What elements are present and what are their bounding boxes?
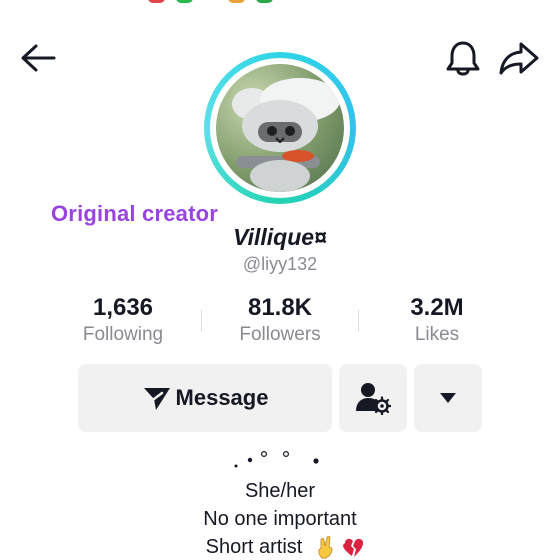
stat-divider [358, 310, 359, 332]
avatar[interactable] [216, 64, 344, 192]
notification-bell-button[interactable] [443, 38, 483, 78]
notification-app-icon [256, 0, 273, 3]
add-friend-button[interactable] [339, 364, 407, 432]
followers-count: 81.8K [247, 294, 313, 321]
avatar-figurine-image [232, 78, 340, 192]
message-button-label: Message [175, 385, 269, 410]
arrow-left-icon [21, 44, 56, 72]
bio-dot [283, 450, 290, 458]
notification-app-icon [148, 0, 165, 3]
more-options-button[interactable] [414, 364, 482, 432]
broken-heart-icon [343, 538, 364, 557]
followers-label: Followers [239, 324, 321, 345]
bio-decoration [234, 450, 319, 468]
avatar-ring[interactable] [204, 52, 356, 204]
likes-count: 3.2M [410, 294, 464, 321]
bio-dot [313, 458, 319, 464]
bio-emojis [318, 536, 364, 559]
following-count: 1,636 [92, 294, 154, 321]
share-button[interactable] [497, 38, 541, 78]
bell-icon [446, 41, 480, 76]
bio-dot [247, 457, 253, 463]
bio-line-text: Short artist [205, 536, 303, 558]
notification-app-icon [176, 0, 193, 3]
likes-stat[interactable]: 3.2M Likes [362, 294, 512, 346]
stat-divider [201, 310, 202, 332]
bio-dot [261, 450, 268, 458]
share-arrow-icon [499, 42, 539, 75]
person-gear-icon [356, 383, 391, 415]
profile-display-name: Villique¤ [233, 224, 327, 250]
likes-label: Likes [414, 324, 460, 345]
bio-pronouns: She/her [244, 480, 316, 502]
caret-down-icon [440, 393, 456, 403]
message-button[interactable]: Message [78, 364, 332, 432]
bio-dot [234, 464, 238, 468]
bio-line: No one important [203, 508, 357, 530]
following-label: Following [82, 324, 164, 345]
followers-stat[interactable]: 81.8K Followers [205, 294, 355, 346]
send-arrow-icon [143, 388, 170, 410]
status-bar [0, 0, 560, 4]
profile-username[interactable]: @liyy132 [0, 254, 560, 275]
victory-hand-icon [318, 536, 333, 559]
notification-app-icon [228, 0, 245, 3]
back-button[interactable] [18, 40, 58, 76]
bio-line: Short artist [0, 536, 560, 559]
following-stat[interactable]: 1,636 Following [48, 294, 198, 346]
